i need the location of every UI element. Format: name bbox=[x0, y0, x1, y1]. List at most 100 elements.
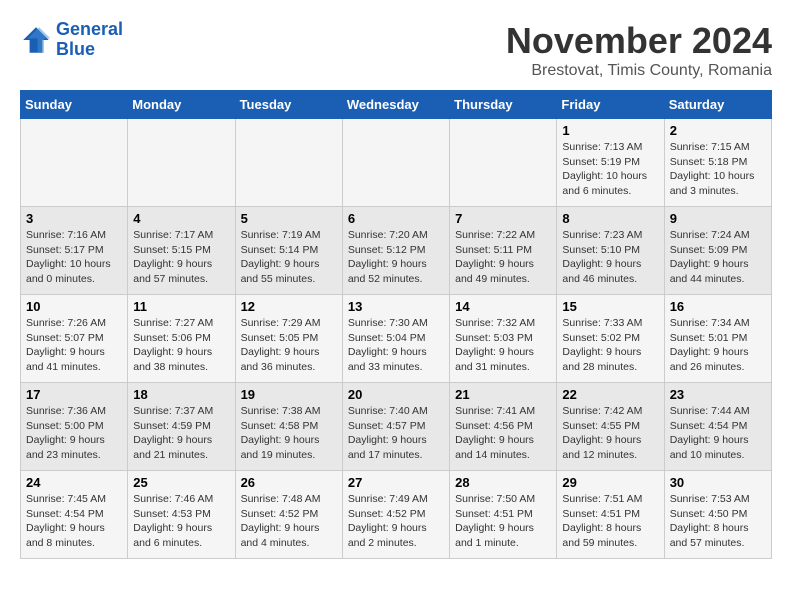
day-number: 9 bbox=[670, 211, 766, 226]
day-number: 18 bbox=[133, 387, 229, 402]
day-info: Sunrise: 7:30 AM Sunset: 5:04 PM Dayligh… bbox=[348, 316, 444, 375]
day-number: 2 bbox=[670, 123, 766, 138]
day-number: 7 bbox=[455, 211, 551, 226]
calendar-cell: 17 Sunrise: 7:36 AM Sunset: 5:00 PM Dayli… bbox=[21, 383, 128, 471]
calendar-table: SundayMondayTuesdayWednesdayThursdayFrid… bbox=[20, 90, 772, 559]
day-info: Sunrise: 7:44 AM Sunset: 4:54 PM Dayligh… bbox=[670, 404, 766, 463]
calendar-cell bbox=[21, 119, 128, 207]
calendar-cell: 13 Sunrise: 7:30 AM Sunset: 5:04 PM Dayli… bbox=[342, 295, 449, 383]
calendar-cell: 25Sunrise: 7:46 AM Sunset: 4:53 PM Dayli… bbox=[128, 471, 235, 559]
logo-icon bbox=[20, 24, 52, 56]
day-number: 5 bbox=[241, 211, 337, 226]
day-number: 27 bbox=[348, 475, 444, 490]
day-info: Sunrise: 7:29 AM Sunset: 5:05 PM Dayligh… bbox=[241, 316, 337, 375]
day-number: 20 bbox=[348, 387, 444, 402]
day-info: Sunrise: 7:24 AM Sunset: 5:09 PM Dayligh… bbox=[670, 228, 766, 287]
calendar-cell: 22 Sunrise: 7:42 AM Sunset: 4:55 PM Dayli… bbox=[557, 383, 664, 471]
calendar-cell: 6 Sunrise: 7:20 AM Sunset: 5:12 PM Daylig… bbox=[342, 207, 449, 295]
day-number: 1 bbox=[562, 123, 658, 138]
day-info: Sunrise: 7:16 AM Sunset: 5:17 PM Dayligh… bbox=[26, 228, 122, 287]
weekday-header-saturday: Saturday bbox=[664, 91, 771, 119]
calendar-week-3: 10Sunrise: 7:26 AM Sunset: 5:07 PM Dayli… bbox=[21, 295, 772, 383]
calendar-week-4: 17 Sunrise: 7:36 AM Sunset: 5:00 PM Dayli… bbox=[21, 383, 772, 471]
day-number: 24 bbox=[26, 475, 122, 490]
day-number: 13 bbox=[348, 299, 444, 314]
day-number: 17 bbox=[26, 387, 122, 402]
day-info: Sunrise: 7:42 AM Sunset: 4:55 PM Dayligh… bbox=[562, 404, 658, 463]
calendar-cell: 26Sunrise: 7:48 AM Sunset: 4:52 PM Dayli… bbox=[235, 471, 342, 559]
calendar-cell: 18 Sunrise: 7:37 AM Sunset: 4:59 PM Dayli… bbox=[128, 383, 235, 471]
calendar-cell bbox=[342, 119, 449, 207]
day-number: 19 bbox=[241, 387, 337, 402]
day-number: 8 bbox=[562, 211, 658, 226]
day-info: Sunrise: 7:27 AM Sunset: 5:06 PM Dayligh… bbox=[133, 316, 229, 375]
day-number: 3 bbox=[26, 211, 122, 226]
day-info: Sunrise: 7:17 AM Sunset: 5:15 PM Dayligh… bbox=[133, 228, 229, 287]
calendar-cell: 8 Sunrise: 7:23 AM Sunset: 5:10 PM Daylig… bbox=[557, 207, 664, 295]
calendar-cell: 19 Sunrise: 7:38 AM Sunset: 4:58 PM Dayli… bbox=[235, 383, 342, 471]
location-subtitle: Brestovat, Timis County, Romania bbox=[506, 62, 772, 80]
weekday-header-monday: Monday bbox=[128, 91, 235, 119]
day-info: Sunrise: 7:15 AM Sunset: 5:18 PM Dayligh… bbox=[670, 140, 766, 199]
day-number: 22 bbox=[562, 387, 658, 402]
weekday-header-thursday: Thursday bbox=[450, 91, 557, 119]
day-info: Sunrise: 7:23 AM Sunset: 5:10 PM Dayligh… bbox=[562, 228, 658, 287]
calendar-cell: 3 Sunrise: 7:16 AM Sunset: 5:17 PM Daylig… bbox=[21, 207, 128, 295]
day-info: Sunrise: 7:40 AM Sunset: 4:57 PM Dayligh… bbox=[348, 404, 444, 463]
calendar-cell: 10Sunrise: 7:26 AM Sunset: 5:07 PM Dayli… bbox=[21, 295, 128, 383]
calendar-cell: 30 Sunrise: 7:53 AM Sunset: 4:50 PM Dayli… bbox=[664, 471, 771, 559]
calendar-cell: 7 Sunrise: 7:22 AM Sunset: 5:11 PM Daylig… bbox=[450, 207, 557, 295]
calendar-cell: 29Sunrise: 7:51 AM Sunset: 4:51 PM Dayli… bbox=[557, 471, 664, 559]
day-info: Sunrise: 7:53 AM Sunset: 4:50 PM Dayligh… bbox=[670, 492, 766, 551]
day-info: Sunrise: 7:46 AM Sunset: 4:53 PM Dayligh… bbox=[133, 492, 229, 551]
day-number: 15 bbox=[562, 299, 658, 314]
calendar-cell: 2 Sunrise: 7:15 AM Sunset: 5:18 PM Daylig… bbox=[664, 119, 771, 207]
day-info: Sunrise: 7:41 AM Sunset: 4:56 PM Dayligh… bbox=[455, 404, 551, 463]
day-number: 28 bbox=[455, 475, 551, 490]
calendar-cell: 28 Sunrise: 7:50 AM Sunset: 4:51 PM Dayli… bbox=[450, 471, 557, 559]
calendar-cell: 9 Sunrise: 7:24 AM Sunset: 5:09 PM Daylig… bbox=[664, 207, 771, 295]
calendar-cell: 20 Sunrise: 7:40 AM Sunset: 4:57 PM Dayli… bbox=[342, 383, 449, 471]
day-number: 6 bbox=[348, 211, 444, 226]
calendar-week-5: 24Sunrise: 7:45 AM Sunset: 4:54 PM Dayli… bbox=[21, 471, 772, 559]
day-info: Sunrise: 7:50 AM Sunset: 4:51 PM Dayligh… bbox=[455, 492, 551, 551]
day-number: 30 bbox=[670, 475, 766, 490]
day-info: Sunrise: 7:49 AM Sunset: 4:52 PM Dayligh… bbox=[348, 492, 444, 551]
calendar-cell: 4 Sunrise: 7:17 AM Sunset: 5:15 PM Daylig… bbox=[128, 207, 235, 295]
calendar-week-1: 1 Sunrise: 7:13 AM Sunset: 5:19 PM Daylig… bbox=[21, 119, 772, 207]
day-info: Sunrise: 7:38 AM Sunset: 4:58 PM Dayligh… bbox=[241, 404, 337, 463]
logo-text: General Blue bbox=[56, 20, 123, 60]
calendar-cell: 14Sunrise: 7:32 AM Sunset: 5:03 PM Dayli… bbox=[450, 295, 557, 383]
calendar-cell: 27 Sunrise: 7:49 AM Sunset: 4:52 PM Dayli… bbox=[342, 471, 449, 559]
calendar-cell: 24Sunrise: 7:45 AM Sunset: 4:54 PM Dayli… bbox=[21, 471, 128, 559]
day-info: Sunrise: 7:37 AM Sunset: 4:59 PM Dayligh… bbox=[133, 404, 229, 463]
title-block: November 2024 Brestovat, Timis County, R… bbox=[506, 20, 772, 80]
weekday-header-wednesday: Wednesday bbox=[342, 91, 449, 119]
day-info: Sunrise: 7:19 AM Sunset: 5:14 PM Dayligh… bbox=[241, 228, 337, 287]
day-info: Sunrise: 7:33 AM Sunset: 5:02 PM Dayligh… bbox=[562, 316, 658, 375]
calendar-cell: 16Sunrise: 7:34 AM Sunset: 5:01 PM Dayli… bbox=[664, 295, 771, 383]
calendar-cell bbox=[450, 119, 557, 207]
weekday-header-tuesday: Tuesday bbox=[235, 91, 342, 119]
day-number: 4 bbox=[133, 211, 229, 226]
day-number: 12 bbox=[241, 299, 337, 314]
calendar-cell bbox=[128, 119, 235, 207]
day-number: 16 bbox=[670, 299, 766, 314]
calendar-cell: 1 Sunrise: 7:13 AM Sunset: 5:19 PM Daylig… bbox=[557, 119, 664, 207]
calendar-cell: 23 Sunrise: 7:44 AM Sunset: 4:54 PM Dayli… bbox=[664, 383, 771, 471]
day-info: Sunrise: 7:22 AM Sunset: 5:11 PM Dayligh… bbox=[455, 228, 551, 287]
day-info: Sunrise: 7:36 AM Sunset: 5:00 PM Dayligh… bbox=[26, 404, 122, 463]
day-number: 23 bbox=[670, 387, 766, 402]
month-title: November 2024 bbox=[506, 20, 772, 62]
day-info: Sunrise: 7:20 AM Sunset: 5:12 PM Dayligh… bbox=[348, 228, 444, 287]
weekday-header-row: SundayMondayTuesdayWednesdayThursdayFrid… bbox=[21, 91, 772, 119]
day-number: 10 bbox=[26, 299, 122, 314]
calendar-cell: 5 Sunrise: 7:19 AM Sunset: 5:14 PM Daylig… bbox=[235, 207, 342, 295]
day-info: Sunrise: 7:13 AM Sunset: 5:19 PM Dayligh… bbox=[562, 140, 658, 199]
day-number: 21 bbox=[455, 387, 551, 402]
logo: General Blue bbox=[20, 20, 123, 60]
day-number: 14 bbox=[455, 299, 551, 314]
calendar-cell: 21 Sunrise: 7:41 AM Sunset: 4:56 PM Dayli… bbox=[450, 383, 557, 471]
weekday-header-friday: Friday bbox=[557, 91, 664, 119]
page-header: General Blue November 2024 Brestovat, Ti… bbox=[20, 20, 772, 80]
